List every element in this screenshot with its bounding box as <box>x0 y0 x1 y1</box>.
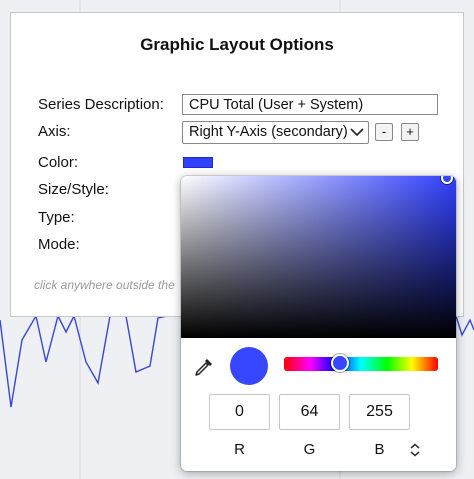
red-input[interactable]: 0 <box>209 394 270 430</box>
mode-label: Mode: <box>38 236 80 253</box>
saturation-value-handle[interactable] <box>441 176 453 184</box>
axis-label: Axis: <box>38 123 71 140</box>
color-label: Color: <box>38 154 79 171</box>
series-line <box>455 315 474 337</box>
size-style-label: Size/Style: <box>38 181 109 198</box>
axis-select[interactable]: Right Y-Axis (secondary) <box>182 121 369 144</box>
color-picker-popup: 0 64 255 R G B <box>181 176 456 471</box>
eyedropper-icon[interactable] <box>193 356 215 378</box>
green-input[interactable]: 64 <box>279 394 340 430</box>
blue-input[interactable]: 255 <box>349 394 410 430</box>
series-description-label: Series Description: <box>38 96 164 113</box>
series-description-input[interactable] <box>182 94 438 115</box>
color-swatch[interactable] <box>183 157 213 168</box>
color-preview <box>230 347 268 385</box>
hue-slider[interactable] <box>284 357 438 371</box>
type-label: Type: <box>38 209 75 226</box>
axis-minus-button[interactable]: - <box>375 123 393 141</box>
chevron-down-icon <box>350 128 364 137</box>
series-line <box>0 314 169 408</box>
dialog-title: Graphic Layout Options <box>140 35 334 54</box>
hue-slider-thumb[interactable] <box>331 354 349 372</box>
green-label: G <box>303 441 316 458</box>
axis-select-value: Right Y-Axis (secondary) <box>189 124 348 140</box>
red-label: R <box>234 441 245 458</box>
axis-plus-button[interactable]: + <box>401 123 419 141</box>
close-hint: click anywhere outside the <box>34 278 175 292</box>
blue-label: B <box>374 441 385 458</box>
updown-chevron-icon[interactable] <box>409 443 421 457</box>
saturation-value-area[interactable] <box>181 176 456 338</box>
